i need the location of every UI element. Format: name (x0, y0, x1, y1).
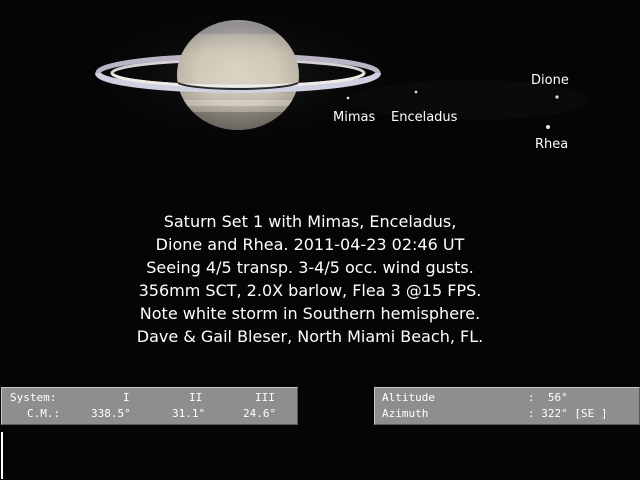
altitude-value: : 56° (528, 391, 568, 404)
col-i-header: I (123, 391, 130, 404)
saturn-image (80, 5, 590, 145)
system-label: System: (10, 391, 57, 404)
system-panel: System: I II III C.M.: 338.5° 31.1° 24.6… (1, 387, 298, 425)
col-iii-header: III (255, 391, 275, 404)
dione-dot (555, 95, 559, 99)
caption-line: Dione and Rhea. 2011-04-23 02:46 UT (155, 235, 465, 254)
caption: Saturn Set 1 with Mimas, Enceladus, Dion… (110, 210, 510, 348)
cm-value-iii: 24.6° (243, 407, 277, 420)
label-dione: Dione (531, 73, 569, 88)
label-rhea: Rhea (535, 137, 569, 152)
label-enceladus: Enceladus (391, 110, 458, 125)
cm-label: C.M.: (27, 407, 61, 420)
cm-value-ii: 31.1° (172, 407, 206, 420)
cm-value-i: 338.5° (91, 407, 131, 420)
position-panel: Altitude : 56° Azimuth : 322° [SE ] (374, 387, 640, 425)
label-mimas: Mimas (333, 110, 376, 125)
altitude-label: Altitude (382, 391, 435, 404)
col-ii-header: II (189, 391, 203, 404)
frame-fill (3, 432, 640, 480)
caption-line: Seeing 4/5 transp. 3-4/5 occ. wind gusts… (146, 258, 474, 277)
enceladus-dot (414, 90, 418, 94)
caption-line: 356mm SCT, 2.0X barlow, Flea 3 @15 FPS. (138, 281, 482, 300)
astro-image: Mimas Enceladus Dione Rhea Saturn Set 1 … (0, 0, 640, 480)
azimuth-label: Azimuth (382, 407, 429, 420)
caption-line: Dave & Gail Bleser, North Miami Beach, F… (136, 327, 484, 346)
caption-line: Saturn Set 1 with Mimas, Enceladus, (163, 212, 457, 231)
azimuth-value: : 322° [SE ] (528, 407, 608, 420)
rhea-dot (546, 125, 550, 129)
mimas-dot (346, 96, 350, 100)
caption-line: Note white storm in Southern hemisphere. (139, 304, 481, 323)
